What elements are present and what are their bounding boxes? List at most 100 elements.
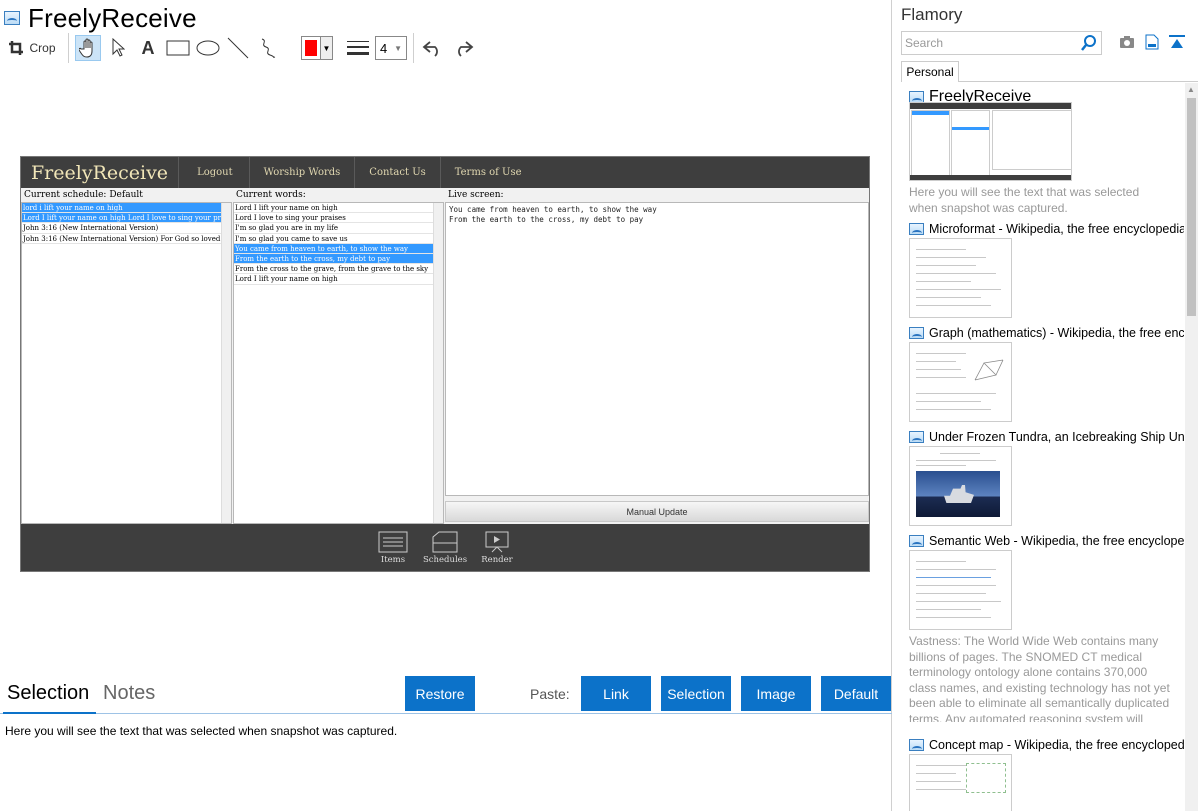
rectangle-icon: [166, 40, 190, 56]
thumb-pane: [951, 110, 990, 178]
entry-title-text: Semantic Web - Wikipedia, the free encyc…: [929, 534, 1184, 548]
pointer-tool-button[interactable]: [105, 35, 131, 61]
thumb-line: [916, 465, 966, 466]
paste-default-button[interactable]: Default: [821, 676, 891, 711]
thumb-line: [916, 265, 976, 266]
thumb-line: [916, 577, 991, 578]
thumb-line: [916, 305, 991, 306]
schedule-row: Lord I lift your name on high Lord I lov…: [22, 213, 231, 224]
tab-selection[interactable]: Selection: [7, 682, 89, 705]
list-item[interactable]: Under Frozen Tundra, an Icebreaking Ship…: [909, 429, 1184, 526]
schedule-scrollbar: [221, 203, 231, 523]
collapse-top-icon[interactable]: [1169, 35, 1185, 49]
thumb-line: [916, 361, 956, 362]
entry-title: Under Frozen Tundra, an Icebreaking Ship…: [909, 429, 1184, 445]
thumb-line: [916, 273, 996, 274]
page-title: FreelyReceive: [28, 2, 197, 33]
list-item[interactable]: Microformat - Wikipedia, the free encycl…: [909, 221, 1184, 318]
line-width-button[interactable]: [345, 35, 371, 61]
schedule-row: John 3:16 (New International Version) Fo…: [22, 234, 231, 244]
document-icon[interactable]: [1145, 34, 1159, 50]
paste-selection-button[interactable]: Selection: [661, 676, 731, 711]
snapshot-doc-icon: [909, 431, 924, 443]
list-item[interactable]: Semantic Web - Wikipedia, the free encyc…: [909, 533, 1184, 722]
entry-thumbnail: [909, 550, 1012, 630]
search-icon[interactable]: [1081, 35, 1097, 51]
entry-thumbnail: [909, 446, 1012, 526]
sidebar-scrollbar[interactable]: ▲: [1185, 83, 1198, 811]
tab-personal[interactable]: Personal: [901, 61, 959, 82]
search-placeholder: Search: [905, 36, 944, 50]
snapshot-doc-icon: [4, 11, 20, 25]
entry-description: Here you will see the text that was sele…: [909, 185, 1140, 215]
list-item[interactable]: Graph (mathematics) - Wikipedia, the fre…: [909, 325, 1184, 422]
thumb-line: [916, 781, 961, 782]
snapshot-header: FreelyReceive Logout Worship Words Conta…: [21, 157, 869, 188]
thumb-line: [916, 353, 966, 354]
rectangle-tool-button[interactable]: [165, 35, 191, 61]
manual-update-button: Manual Update: [445, 501, 869, 522]
ship-shape: [944, 485, 974, 503]
undo-button[interactable]: [420, 35, 446, 61]
paste-label: Paste:: [530, 686, 570, 702]
items-button: Items: [373, 531, 413, 565]
thumb-line: [916, 601, 1001, 602]
thumb-line: [916, 773, 956, 774]
thumb-line: [916, 593, 986, 594]
color-picker[interactable]: ▼: [301, 36, 333, 60]
tab-notes[interactable]: Notes: [103, 682, 155, 705]
entry-title: Microformat - Wikipedia, the free encycl…: [909, 221, 1184, 237]
hand-tool-button[interactable]: [75, 35, 101, 61]
chevron-down-icon: ▼: [394, 43, 402, 53]
line-width-icon: [347, 41, 369, 55]
render-button: Render: [477, 531, 517, 565]
line-width-select[interactable]: 4 ▼: [375, 36, 407, 60]
schedule-row: John 3:16 (New International Version): [22, 223, 231, 234]
list-item[interactable]: Concept map - Wikipedia, the free encycl…: [909, 737, 1184, 811]
line-tool-button[interactable]: [225, 35, 251, 61]
entry-thumbnail: [909, 342, 1012, 422]
crop-button[interactable]: Crop: [6, 35, 58, 61]
freehand-tool-button[interactable]: [255, 35, 281, 61]
items-label: Items: [380, 554, 406, 565]
live-screen-text: You came from heaven to earth, to show t…: [449, 205, 657, 224]
scrollbar-thumb[interactable]: [1187, 98, 1196, 316]
scroll-up-icon[interactable]: ▲: [1187, 85, 1195, 94]
text-tool-button[interactable]: A: [135, 35, 161, 61]
crop-icon: [9, 41, 24, 55]
ellipse-tool-button[interactable]: [195, 35, 221, 61]
thumb-line: [940, 453, 980, 454]
thumb-line: [916, 393, 996, 394]
words-row: From the earth to the cross, my debt to …: [234, 253, 433, 265]
crop-label: Crop: [29, 41, 56, 55]
restore-button[interactable]: Restore: [405, 676, 475, 711]
camera-icon[interactable]: [1119, 35, 1135, 49]
render-label: Render: [481, 554, 513, 565]
thumb-line: [916, 409, 991, 410]
snapshot-nav-contact-us: Contact Us: [355, 157, 441, 188]
thumb-line: [916, 377, 966, 378]
words-label: Current words:: [236, 190, 306, 200]
main-panel: FreelyReceive Crop A ▼ 4 ▼ FreelyReceive…: [0, 0, 892, 811]
redo-button[interactable]: [450, 35, 476, 61]
schedules-icon: [432, 531, 458, 552]
freehand-icon: [261, 38, 276, 58]
entry-title-text: Graph (mathematics) - Wikipedia, the fre…: [929, 326, 1184, 340]
schedules-label: Schedules: [422, 554, 468, 565]
title-row: FreelyReceive: [4, 2, 197, 33]
thumb-bar: [910, 103, 1071, 109]
selection-text: Here you will see the text that was sele…: [5, 724, 398, 738]
sidebar-title: Flamory: [901, 5, 963, 24]
paste-link-button[interactable]: Link: [581, 676, 651, 711]
search-input[interactable]: Search: [901, 31, 1102, 55]
words-row: I'm so glad you came to save us: [234, 234, 433, 244]
entry-thumbnail: [909, 238, 1012, 318]
toolbar-divider: [291, 33, 295, 63]
thumb-line: [916, 789, 966, 790]
thumb-line: [916, 401, 981, 402]
list-item[interactable]: FreelyReceive Here you will see the text…: [909, 88, 1184, 216]
schedule-label: Current schedule: Default: [24, 190, 143, 200]
entry-title-text: Concept map - Wikipedia, the free encycl…: [929, 738, 1184, 752]
paste-image-button[interactable]: Image: [741, 676, 811, 711]
snapshot-doc-icon: [909, 535, 924, 547]
